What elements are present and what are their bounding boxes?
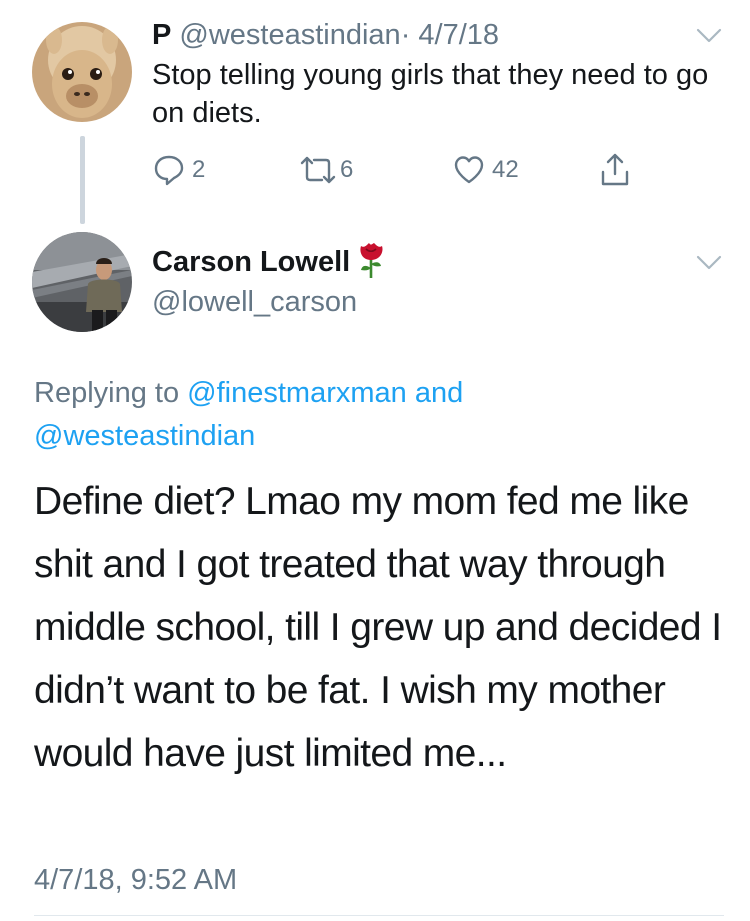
parent-avatar[interactable] <box>32 22 132 122</box>
alpaca-avatar-icon <box>32 22 132 122</box>
rose-emoji-icon <box>356 240 386 285</box>
like-action-button[interactable]: 42 <box>452 152 519 188</box>
reply-avatar[interactable] <box>32 232 132 332</box>
retweet-action-button[interactable]: 6 <box>298 152 353 188</box>
reply-more-chevron-icon[interactable] <box>696 255 722 271</box>
replying-to-label: Replying to <box>34 377 180 409</box>
thread-connector-line <box>80 136 85 224</box>
reply-action-button[interactable]: 2 <box>152 152 205 188</box>
person-photo-avatar-icon <box>32 232 132 332</box>
mention-westeastindian-link[interactable]: @westeastindian <box>34 420 255 452</box>
tweet-divider <box>34 915 724 916</box>
reply-handle[interactable]: @lowell_carson <box>152 282 357 322</box>
retweet-count: 6 <box>340 156 354 183</box>
replying-to-line: Replying to @finestmarxman and @westeast… <box>34 372 714 458</box>
reply-tweet-text: Define diet? Lmao my mom fed me like shi… <box>34 480 722 775</box>
parent-tweet-header: P @westeastindian· 4/7/18 <box>152 16 499 54</box>
parent-tweet-text: Stop telling young girls that they need … <box>152 59 709 129</box>
reply-count: 2 <box>192 156 206 183</box>
parent-display-name[interactable]: P <box>152 19 171 51</box>
parent-more-chevron-icon[interactable] <box>696 28 722 44</box>
share-upload-icon <box>601 153 629 186</box>
retweet-arrows-icon <box>300 156 336 184</box>
mention-finestmarxman-link[interactable]: @finestmarxman <box>187 377 407 409</box>
reply-display-name[interactable]: Carson Lowell <box>152 242 350 282</box>
heart-icon <box>454 156 484 184</box>
parent-handle[interactable]: @westeastindian <box>179 19 400 51</box>
reply-timestamp[interactable]: 4/7/18, 9:52 AM <box>34 860 237 900</box>
reply-bubble-icon <box>154 155 184 186</box>
replying-and-text: and <box>414 377 464 409</box>
like-count: 42 <box>492 156 519 183</box>
parent-date[interactable]: 4/7/18 <box>418 19 499 51</box>
share-action-button[interactable] <box>598 152 632 188</box>
parent-date-separator: · <box>400 19 411 51</box>
